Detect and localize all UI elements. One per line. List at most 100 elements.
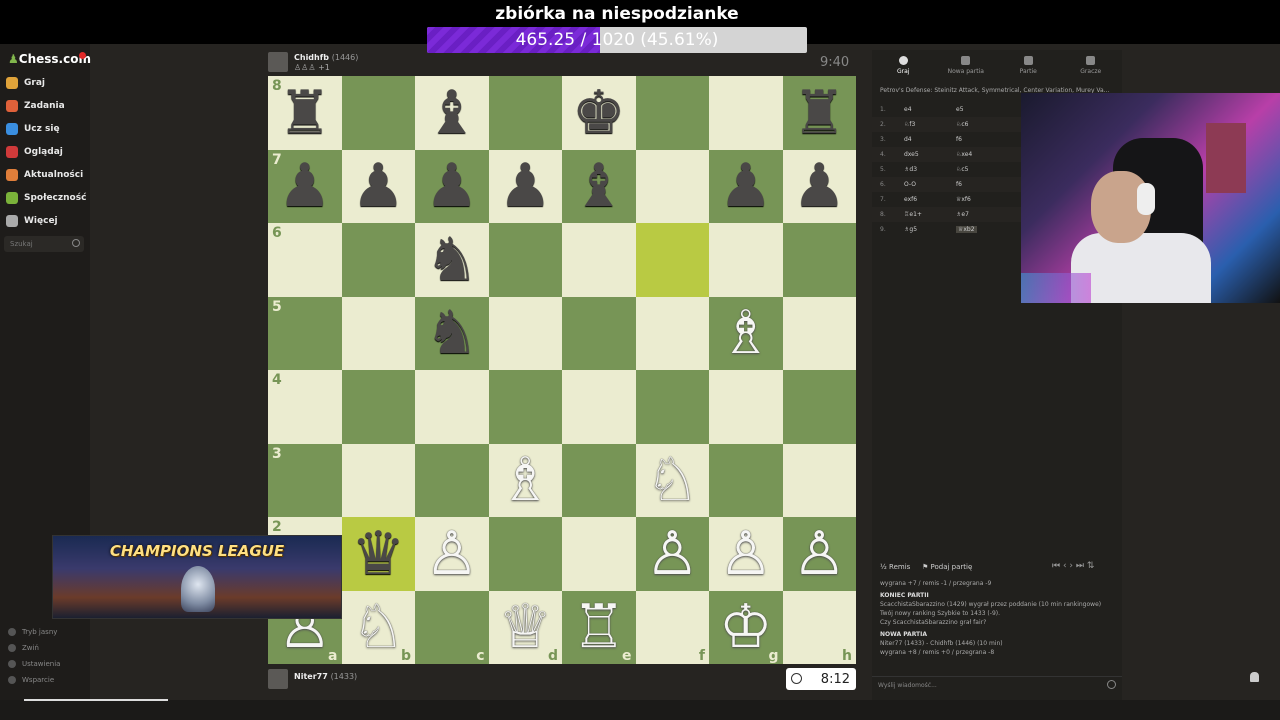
square-d8[interactable] <box>488 76 562 150</box>
white-move[interactable]: ♘f3 <box>904 121 915 128</box>
chess-piece[interactable]: ♔ <box>719 597 773 657</box>
chess-piece[interactable]: ♘ <box>645 450 699 510</box>
chess-piece[interactable]: ♞ <box>425 230 479 290</box>
square-d3[interactable]: ♗ <box>488 443 562 517</box>
square-f5[interactable] <box>635 296 709 370</box>
sidebar-footer-item-3[interactable]: Wsparcie <box>8 676 54 684</box>
square-h8[interactable]: ♜ <box>782 76 856 150</box>
square-c5[interactable]: ♞ <box>415 296 489 370</box>
tab-0[interactable]: Graj <box>872 50 935 84</box>
square-h3[interactable] <box>782 443 856 517</box>
sidebar-item-4[interactable]: Aktualności <box>6 166 83 184</box>
square-e5[interactable] <box>562 296 636 370</box>
square-e4[interactable] <box>562 370 636 444</box>
chess-piece[interactable]: ♛ <box>351 524 405 584</box>
draw-button[interactable]: ½ Remis <box>880 563 910 571</box>
square-a8[interactable]: 8 ♜ <box>268 76 342 150</box>
square-g6[interactable] <box>709 223 783 297</box>
square-b3[interactable] <box>341 443 415 517</box>
move-nav-icons[interactable]: ⏮ ‹ › ⏭ ⇅ <box>1052 561 1094 571</box>
square-f7[interactable] <box>635 149 709 223</box>
square-e2[interactable] <box>562 517 636 591</box>
square-h7[interactable]: ♟ <box>782 149 856 223</box>
square-c2[interactable]: ♙ <box>415 517 489 591</box>
search-icon[interactable] <box>72 239 80 247</box>
square-c4[interactable] <box>415 370 489 444</box>
square-a4[interactable]: 4 <box>268 370 342 444</box>
sidebar-item-6[interactable]: Więcej <box>6 212 58 230</box>
square-e1[interactable]: e ♖ <box>562 590 636 664</box>
sidebar-item-1[interactable]: Zadania <box>6 97 65 115</box>
tab-1[interactable]: Nowa partia <box>935 50 998 84</box>
square-b7[interactable]: ♟ <box>341 149 415 223</box>
white-move[interactable]: d4 <box>904 136 912 143</box>
square-f3[interactable]: ♘ <box>635 443 709 517</box>
black-move[interactable]: ♘c5 <box>956 166 969 173</box>
square-c1[interactable]: c <box>415 590 489 664</box>
chess-piece[interactable]: ♚ <box>572 83 626 143</box>
bottom-player-avatar[interactable] <box>268 669 288 689</box>
chess-piece[interactable]: ♙ <box>645 524 699 584</box>
square-g8[interactable] <box>709 76 783 150</box>
chess-piece[interactable]: ♗ <box>498 450 552 510</box>
search-input[interactable]: Szukaj <box>4 236 84 252</box>
square-h5[interactable] <box>782 296 856 370</box>
top-player-name[interactable]: Chidhfb (1446) <box>294 53 358 62</box>
chat-input[interactable]: Wyślij wiadomość... <box>872 676 1122 692</box>
square-h2[interactable]: ♙ <box>782 517 856 591</box>
square-d6[interactable] <box>488 223 562 297</box>
square-d2[interactable] <box>488 517 562 591</box>
chess-board[interactable]: 8♜♝♚♜7♟♟♟♟♝♟♟6♞5♞♗43♗♘2♛♙♙♙♙1a♙b♘cd♕e♖fg… <box>268 76 856 664</box>
chess-piece[interactable]: ♗ <box>719 303 773 363</box>
square-b4[interactable] <box>341 370 415 444</box>
top-player-avatar[interactable] <box>268 52 288 72</box>
square-e3[interactable] <box>562 443 636 517</box>
white-move[interactable]: O-O <box>904 181 916 188</box>
sidebar-footer-item-2[interactable]: Ustawienia <box>8 660 60 668</box>
black-move[interactable]: f6 <box>956 181 962 188</box>
black-move[interactable]: ♗e7 <box>956 211 969 218</box>
bell-icon[interactable] <box>1250 672 1259 682</box>
chess-piece[interactable]: ♘ <box>351 597 405 657</box>
chess-piece[interactable]: ♝ <box>425 83 479 143</box>
chess-piece[interactable]: ♝ <box>572 156 626 216</box>
share-button[interactable]: ⚑ Podaj partię <box>922 563 972 571</box>
square-a6[interactable]: 6 <box>268 223 342 297</box>
chess-piece[interactable]: ♞ <box>425 303 479 363</box>
square-a5[interactable]: 5 <box>268 296 342 370</box>
square-f4[interactable] <box>635 370 709 444</box>
square-g3[interactable] <box>709 443 783 517</box>
square-e8[interactable]: ♚ <box>562 76 636 150</box>
chess-piece[interactable]: ♟ <box>351 156 405 216</box>
white-move[interactable]: dxe5 <box>904 151 919 158</box>
chess-piece[interactable]: ♙ <box>792 524 846 584</box>
square-h1[interactable]: h <box>782 590 856 664</box>
square-f6[interactable] <box>635 223 709 297</box>
square-b5[interactable] <box>341 296 415 370</box>
square-c7[interactable]: ♟ <box>415 149 489 223</box>
chess-piece[interactable]: ♟ <box>792 156 846 216</box>
black-move[interactable]: ♕xb2 <box>956 226 977 233</box>
square-b6[interactable] <box>341 223 415 297</box>
black-move[interactable]: ♕xf6 <box>956 196 971 203</box>
white-move[interactable]: e4 <box>904 106 912 113</box>
white-move[interactable]: ♗d3 <box>904 166 917 173</box>
chess-piece[interactable]: ♙ <box>719 524 773 584</box>
square-f2[interactable]: ♙ <box>635 517 709 591</box>
chess-piece[interactable]: ♟ <box>719 156 773 216</box>
white-move[interactable]: ♖e1+ <box>904 211 922 218</box>
sidebar-item-2[interactable]: Ucz się <box>6 120 60 138</box>
sidebar-footer-item-0[interactable]: Tryb jasny <box>8 628 57 636</box>
square-a3[interactable]: 3 <box>268 443 342 517</box>
square-g4[interactable] <box>709 370 783 444</box>
sidebar-item-3[interactable]: Oglądaj <box>6 143 63 161</box>
square-e6[interactable] <box>562 223 636 297</box>
square-e7[interactable]: ♝ <box>562 149 636 223</box>
square-f8[interactable] <box>635 76 709 150</box>
square-d7[interactable]: ♟ <box>488 149 562 223</box>
square-f1[interactable]: f <box>635 590 709 664</box>
square-g1[interactable]: g ♔ <box>709 590 783 664</box>
square-g7[interactable]: ♟ <box>709 149 783 223</box>
white-move[interactable]: ♗g5 <box>904 226 917 233</box>
tab-3[interactable]: Gracze <box>1060 50 1123 84</box>
